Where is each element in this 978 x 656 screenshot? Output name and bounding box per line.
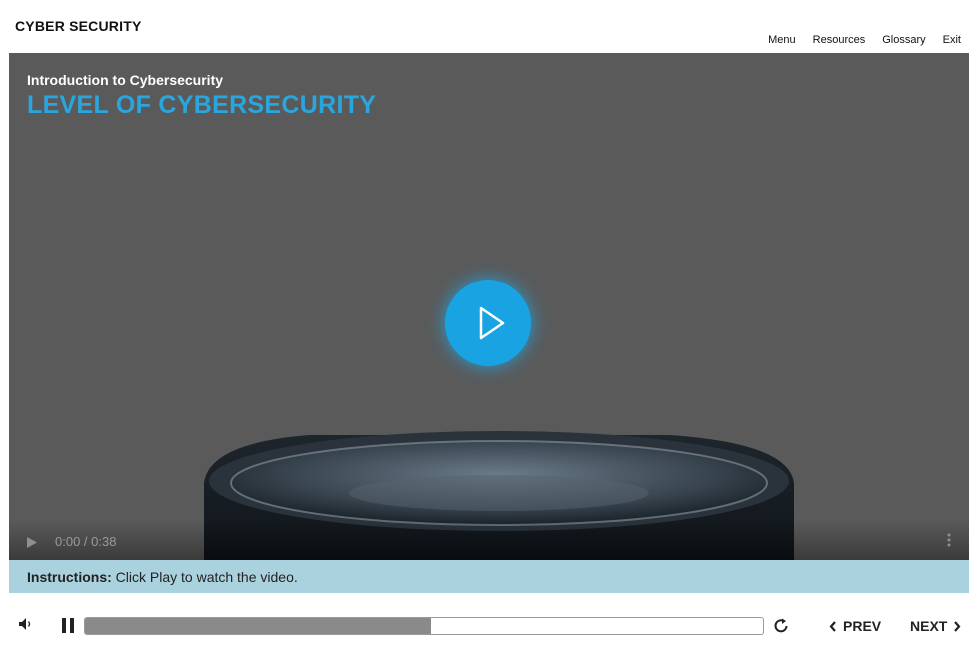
instructions-bar: Instructions: Click Play to watch the vi…	[9, 560, 969, 593]
nav-resources[interactable]: Resources	[813, 34, 866, 46]
nav-exit[interactable]: Exit	[943, 34, 961, 46]
more-vertical-icon[interactable]	[947, 532, 951, 548]
course-title: CYBER SECURITY	[15, 18, 142, 34]
instructions-text: Instructions: Click Play to watch the vi…	[27, 569, 298, 585]
big-play-button[interactable]	[445, 280, 531, 366]
next-label: NEXT	[910, 618, 948, 634]
lesson-title: Introduction to Cybersecurity	[27, 72, 224, 88]
progress-fill	[85, 618, 431, 634]
video-control-bar: 0:00 / 0:38	[9, 520, 969, 560]
progress-bar[interactable]	[84, 617, 764, 635]
slide-title: LEVEL OF CYBERSECURITY	[27, 91, 377, 119]
instructions-label: Instructions:	[27, 569, 112, 585]
volume-icon[interactable]	[18, 617, 34, 631]
video-stage[interactable]: Introduction to Cybersecurity LEVEL OF C…	[9, 53, 969, 560]
top-nav: Menu Resources Glossary Exit	[768, 34, 961, 46]
next-button[interactable]: NEXT	[910, 618, 961, 634]
prev-button[interactable]: PREV	[829, 618, 881, 634]
play-icon[interactable]	[26, 536, 38, 549]
pause-icon[interactable]	[61, 618, 75, 633]
chevron-left-icon	[829, 620, 836, 632]
player-controls: PREV NEXT	[0, 600, 978, 656]
replay-icon[interactable]	[772, 617, 790, 635]
prev-label: PREV	[843, 618, 882, 634]
instructions-body: Click Play to watch the video.	[111, 569, 298, 585]
play-icon	[479, 306, 505, 340]
nav-glossary[interactable]: Glossary	[882, 34, 925, 46]
nav-menu[interactable]: Menu	[768, 34, 796, 46]
video-time: 0:00 / 0:38	[55, 534, 117, 549]
chevron-right-icon	[954, 620, 961, 632]
